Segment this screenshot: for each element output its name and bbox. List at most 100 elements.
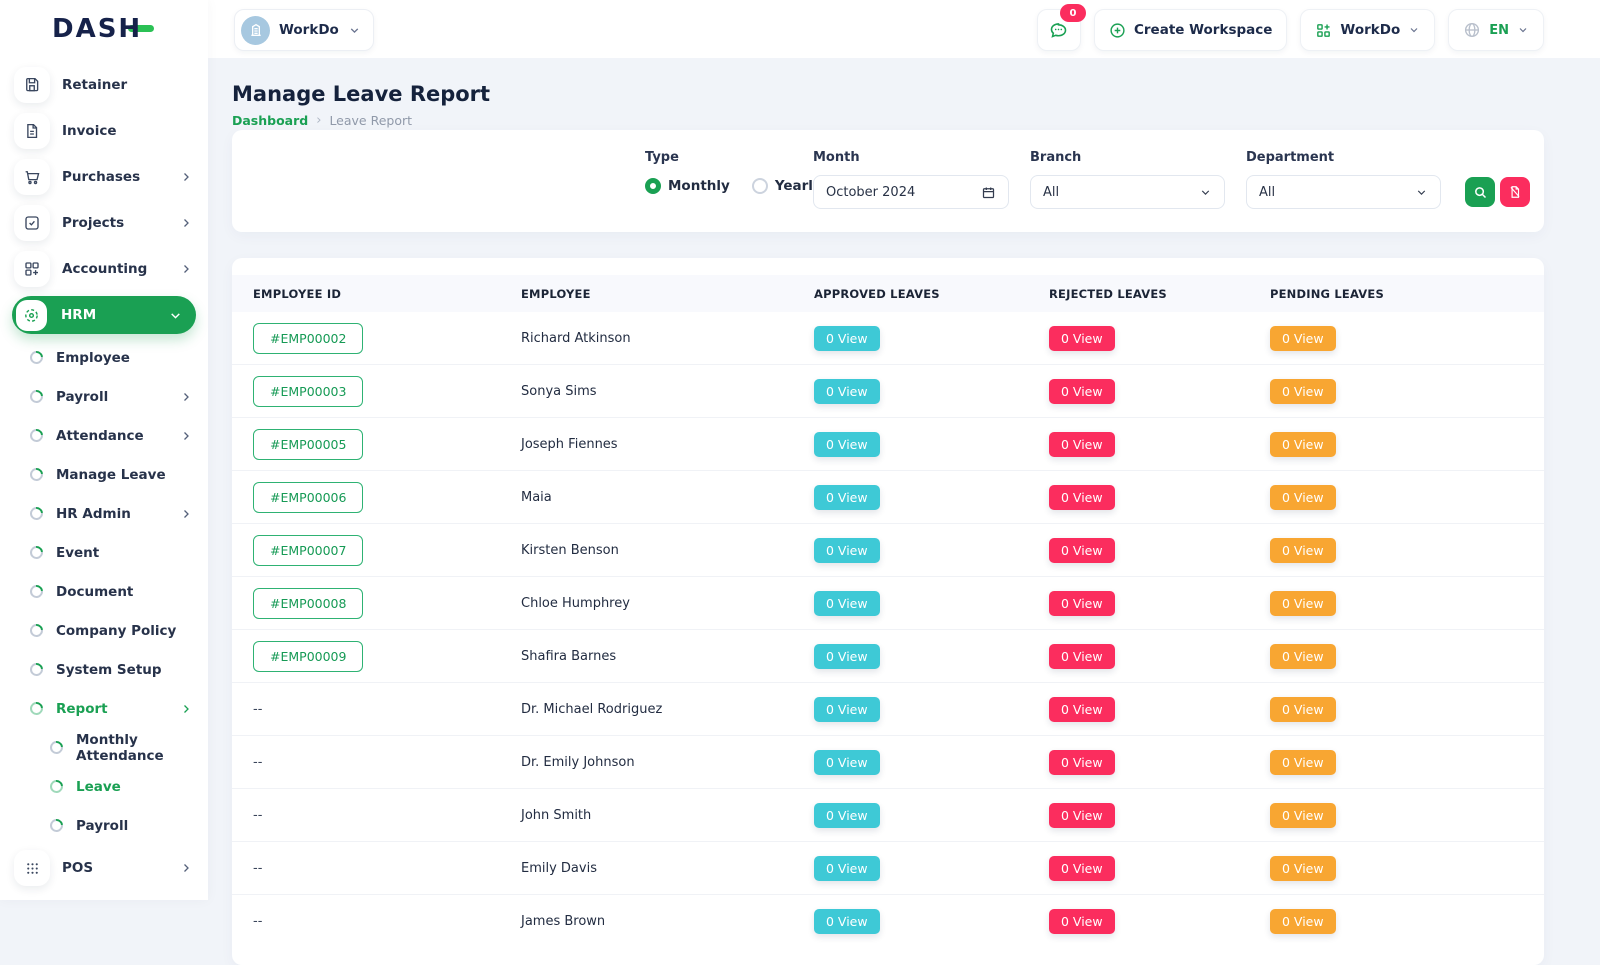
- pending-view-badge[interactable]: 0 View: [1270, 909, 1336, 934]
- pending-view-badge[interactable]: 0 View: [1270, 591, 1336, 616]
- employee-id-badge[interactable]: #EMP00006: [253, 482, 363, 513]
- sidebar-item-manage-leave[interactable]: Manage Leave: [0, 455, 208, 494]
- employee-id-badge[interactable]: #EMP00008: [253, 588, 363, 619]
- table-row: --John Smith0 View0 View0 View: [232, 788, 1544, 841]
- rejected-view-badge[interactable]: 0 View: [1049, 326, 1115, 351]
- workspace-switcher[interactable]: WorkDo: [234, 9, 374, 51]
- pending-view-badge[interactable]: 0 View: [1270, 538, 1336, 563]
- invoice-icon: [14, 113, 50, 149]
- sidebar-item-company-policy[interactable]: Company Policy: [0, 611, 208, 650]
- bullet-icon: [27, 660, 45, 678]
- sidebar-item-leave[interactable]: Leave: [0, 767, 208, 806]
- employee-id-badge[interactable]: #EMP00007: [253, 535, 363, 566]
- hrm-icon: [16, 300, 47, 331]
- table-row: #EMP00005Joseph Fiennes0 View0 View0 Vie…: [232, 417, 1544, 470]
- rejected-view-badge[interactable]: 0 View: [1049, 591, 1115, 616]
- employee-id-badge[interactable]: #EMP00009: [253, 641, 363, 672]
- sidebar-item-event[interactable]: Event: [0, 533, 208, 572]
- table-row: #EMP00006Maia0 View0 View0 View: [232, 470, 1544, 523]
- sidebar-item-projects[interactable]: Projects: [0, 200, 208, 246]
- branch-select[interactable]: All: [1030, 175, 1225, 209]
- reset-filter-button[interactable]: [1500, 177, 1530, 207]
- app-menu-button[interactable]: WorkDo: [1300, 9, 1435, 51]
- calendar-icon: [981, 185, 996, 200]
- sidebar-item-hr-admin[interactable]: HR Admin: [0, 494, 208, 533]
- rejected-view-badge[interactable]: 0 View: [1049, 856, 1115, 881]
- pending-view-badge[interactable]: 0 View: [1270, 750, 1336, 775]
- messages-button[interactable]: 0: [1037, 9, 1081, 51]
- radio-selected-icon: [645, 178, 661, 194]
- pending-view-badge[interactable]: 0 View: [1270, 644, 1336, 669]
- sidebar-item-payroll[interactable]: Payroll: [0, 806, 208, 845]
- type-yearly-radio[interactable]: Yearly: [752, 178, 822, 194]
- approved-view-badge[interactable]: 0 View: [814, 803, 880, 828]
- approved-view-badge[interactable]: 0 View: [814, 697, 880, 722]
- rejected-view-badge[interactable]: 0 View: [1049, 485, 1115, 510]
- sidebar-item-purchases[interactable]: Purchases: [0, 154, 208, 200]
- rejected-view-badge[interactable]: 0 View: [1049, 644, 1115, 669]
- sidebar-item-document[interactable]: Document: [0, 572, 208, 611]
- search-button[interactable]: [1465, 177, 1495, 207]
- employee-id-badge[interactable]: #EMP00005: [253, 429, 363, 460]
- rejected-view-badge[interactable]: 0 View: [1049, 697, 1115, 722]
- bullet-icon: [27, 504, 45, 522]
- table-row: --Emily Davis0 View0 View0 View: [232, 841, 1544, 894]
- employee-id-badge[interactable]: #EMP00003: [253, 376, 363, 407]
- sidebar-item-employee[interactable]: Employee: [0, 338, 208, 377]
- sidebar-item-pos[interactable]: POS: [0, 845, 208, 891]
- employee-name: Joseph Fiennes: [521, 437, 814, 452]
- approved-view-badge[interactable]: 0 View: [814, 909, 880, 934]
- table-header-row: Employee Id Employee Approved Leaves Rej…: [232, 275, 1544, 312]
- rejected-view-badge[interactable]: 0 View: [1049, 432, 1115, 457]
- sidebar-item-hrm[interactable]: HRM: [12, 296, 196, 334]
- sidebar-item-accounting[interactable]: Accounting: [0, 246, 208, 292]
- language-selector[interactable]: EN: [1448, 9, 1544, 51]
- month-input[interactable]: October 2024: [813, 175, 1009, 209]
- approved-view-badge[interactable]: 0 View: [814, 432, 880, 457]
- employee-id-badge[interactable]: #EMP00002: [253, 323, 363, 354]
- approved-view-badge[interactable]: 0 View: [814, 485, 880, 510]
- rejected-view-badge[interactable]: 0 View: [1049, 909, 1115, 934]
- rejected-view-badge[interactable]: 0 View: [1049, 803, 1115, 828]
- approved-view-badge[interactable]: 0 View: [814, 750, 880, 775]
- bullet-icon: [47, 777, 65, 795]
- accounting-icon: [14, 251, 50, 287]
- sidebar-item-payroll[interactable]: Payroll: [0, 377, 208, 416]
- approved-view-badge[interactable]: 0 View: [814, 644, 880, 669]
- approved-view-badge[interactable]: 0 View: [814, 856, 880, 881]
- pending-view-badge[interactable]: 0 View: [1270, 379, 1336, 404]
- chevron-down-icon: [1199, 186, 1212, 199]
- chevron-right-icon: [180, 391, 192, 403]
- pending-view-badge[interactable]: 0 View: [1270, 803, 1336, 828]
- approved-view-badge[interactable]: 0 View: [814, 591, 880, 616]
- table-row: --Dr. Emily Johnson0 View0 View0 View: [232, 735, 1544, 788]
- pos-icon: [14, 850, 50, 886]
- breadcrumb-dashboard-link[interactable]: Dashboard: [232, 113, 308, 128]
- rejected-view-badge[interactable]: 0 View: [1049, 750, 1115, 775]
- pending-view-badge[interactable]: 0 View: [1270, 697, 1336, 722]
- approved-view-badge[interactable]: 0 View: [814, 326, 880, 351]
- app-logo[interactable]: DASH: [0, 0, 208, 58]
- sidebar-item-monthly-attendance[interactable]: Monthly Attendance: [0, 728, 208, 767]
- sidebar-item-invoice[interactable]: Invoice: [0, 108, 208, 154]
- sidebar-nav: RetainerInvoicePurchasesProjectsAccounti…: [0, 62, 208, 891]
- sidebar-item-system-setup[interactable]: System Setup: [0, 650, 208, 689]
- leave-report-table: Employee Id Employee Approved Leaves Rej…: [232, 258, 1544, 965]
- type-monthly-radio[interactable]: Monthly: [645, 178, 730, 194]
- create-workspace-button[interactable]: Create Workspace: [1094, 9, 1287, 51]
- department-select[interactable]: All: [1246, 175, 1441, 209]
- sidebar-item-report[interactable]: Report: [0, 689, 208, 728]
- rejected-view-badge[interactable]: 0 View: [1049, 379, 1115, 404]
- pending-view-badge[interactable]: 0 View: [1270, 485, 1336, 510]
- sidebar-item-attendance[interactable]: Attendance: [0, 416, 208, 455]
- rejected-view-badge[interactable]: 0 View: [1049, 538, 1115, 563]
- column-header: Employee: [521, 287, 814, 301]
- bullet-icon: [47, 816, 65, 834]
- approved-view-badge[interactable]: 0 View: [814, 538, 880, 563]
- approved-view-badge[interactable]: 0 View: [814, 379, 880, 404]
- sidebar-item-retainer[interactable]: Retainer: [0, 62, 208, 108]
- pending-view-badge[interactable]: 0 View: [1270, 326, 1336, 351]
- pending-view-badge[interactable]: 0 View: [1270, 856, 1336, 881]
- pending-view-badge[interactable]: 0 View: [1270, 432, 1336, 457]
- chevron-down-icon: [1517, 24, 1529, 36]
